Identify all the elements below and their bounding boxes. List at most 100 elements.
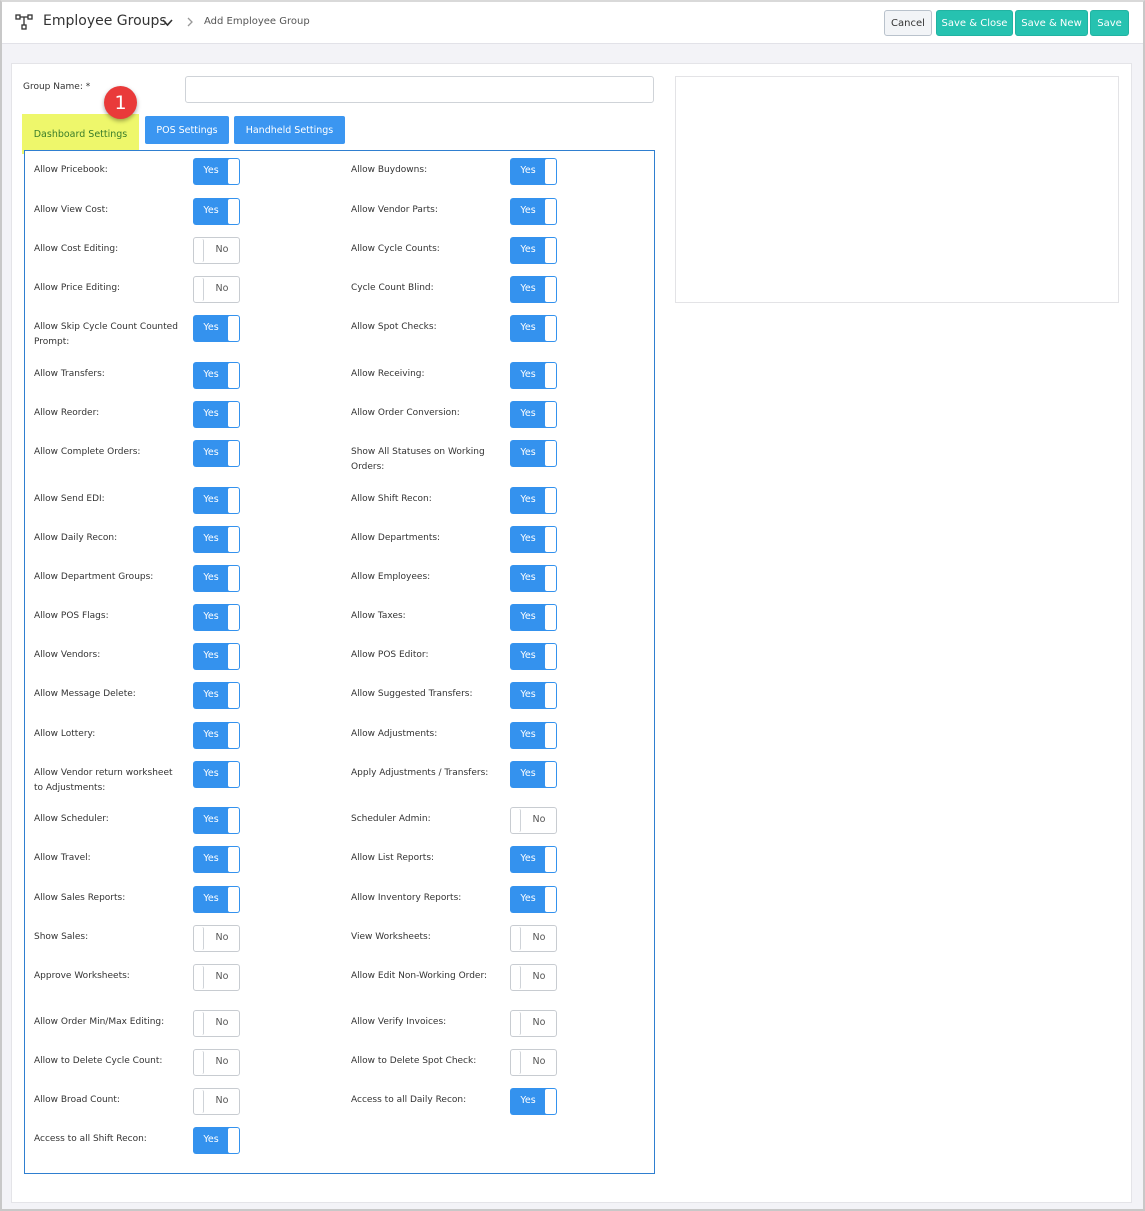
toggle-value: Yes — [520, 408, 536, 419]
tab-pos-settings[interactable]: POS Settings — [145, 116, 229, 144]
toggle-show-sales[interactable]: No — [193, 925, 240, 952]
toggle-show-all-statuses-on-working-orders[interactable]: Yes — [510, 440, 557, 467]
toggle-view-worksheets[interactable]: No — [510, 925, 557, 952]
toggle-allow-vendor-return-worksheet-to-adjustments[interactable]: Yes — [193, 761, 240, 788]
group-name-input[interactable] — [185, 76, 654, 103]
toggle-allow-price-editing[interactable]: No — [193, 276, 240, 303]
toggle-value: Yes — [520, 853, 536, 864]
toggle-allow-send-edi[interactable]: Yes — [193, 487, 240, 514]
toggle-value: Yes — [520, 689, 536, 700]
setting-label-allow-department-groups: Allow Department Groups: — [34, 572, 154, 582]
setting-label-allow-departments: Allow Departments: — [351, 533, 441, 543]
toggle-access-to-all-daily-recon[interactable]: Yes — [510, 1088, 557, 1115]
toggle-allow-sales-reports[interactable]: Yes — [193, 886, 240, 913]
toggle-allow-edit-non-working-order[interactable]: No — [510, 964, 557, 991]
setting-label-allow-order-min-max-editing: Allow Order Min/Max Editing: — [34, 1017, 165, 1027]
setting-label-allow-inventory-reports: Allow Inventory Reports: — [351, 893, 462, 903]
hierarchy-icon — [15, 14, 33, 30]
toggle-allow-departments[interactable]: Yes — [510, 526, 557, 553]
toggle-allow-cycle-counts[interactable]: Yes — [510, 237, 557, 264]
toggle-allow-scheduler[interactable]: Yes — [193, 807, 240, 834]
toggle-allow-shift-recon[interactable]: Yes — [510, 487, 557, 514]
toggle-allow-complete-orders[interactable]: Yes — [193, 440, 240, 467]
save-and-close-button[interactable]: Save & Close — [936, 10, 1013, 36]
toggle-thumb — [228, 402, 239, 427]
toggle-cycle-count-blind[interactable]: Yes — [510, 276, 557, 303]
toggle-allow-buydowns[interactable]: Yes — [510, 158, 557, 185]
toggle-allow-skip-cycle-count-counted-prompt[interactable]: Yes — [193, 315, 240, 342]
tab-handheld-settings[interactable]: Handheld Settings — [234, 116, 345, 144]
toggle-allow-broad-count[interactable]: No — [193, 1088, 240, 1115]
toggle-allow-view-cost[interactable]: Yes — [193, 198, 240, 225]
toggle-allow-daily-recon[interactable]: Yes — [193, 526, 240, 553]
toggle-scheduler-admin[interactable]: No — [510, 807, 557, 834]
toggle-allow-order-conversion[interactable]: Yes — [510, 401, 557, 428]
toggle-apply-adjustments-transfers[interactable]: Yes — [510, 761, 557, 788]
toggle-allow-order-min-max-editing[interactable]: No — [193, 1010, 240, 1037]
setting-label-allow-taxes: Allow Taxes: — [351, 611, 406, 621]
setting-label-allow-suggested-transfers: Allow Suggested Transfers: — [351, 689, 473, 699]
toggle-allow-pos-editor[interactable]: Yes — [510, 643, 557, 670]
toggle-value: Yes — [203, 165, 219, 176]
toggle-value: Yes — [203, 689, 219, 700]
toggle-thumb — [512, 966, 521, 989]
toggle-value: No — [532, 814, 546, 825]
toggle-value: Yes — [203, 533, 219, 544]
toggle-allow-verify-invoices[interactable]: No — [510, 1010, 557, 1037]
toggle-value: No — [215, 932, 229, 943]
toggle-allow-transfers[interactable]: Yes — [193, 362, 240, 389]
toggle-value: Yes — [203, 768, 219, 779]
toggle-allow-spot-checks[interactable]: Yes — [510, 315, 557, 342]
toggle-allow-to-delete-spot-check[interactable]: No — [510, 1049, 557, 1076]
toggle-value: No — [215, 1017, 229, 1028]
toggle-value: No — [215, 1056, 229, 1067]
toggle-allow-reorder[interactable]: Yes — [193, 401, 240, 428]
breadcrumb: Add Employee Group — [204, 16, 310, 27]
toggle-allow-employees[interactable]: Yes — [510, 565, 557, 592]
toggle-allow-adjustments[interactable]: Yes — [510, 722, 557, 749]
toggle-value: No — [532, 1056, 546, 1067]
toggle-thumb — [195, 1090, 204, 1113]
toggle-allow-taxes[interactable]: Yes — [510, 604, 557, 631]
setting-label-allow-vendor-parts: Allow Vendor Parts: — [351, 205, 438, 215]
setting-label-allow-lottery: Allow Lottery: — [34, 729, 96, 739]
toggle-thumb — [228, 723, 239, 748]
toggle-allow-department-groups[interactable]: Yes — [193, 565, 240, 592]
toggle-allow-lottery[interactable]: Yes — [193, 722, 240, 749]
toggle-allow-receiving[interactable]: Yes — [510, 362, 557, 389]
toggle-allow-vendors[interactable]: Yes — [193, 643, 240, 670]
toggle-value: Yes — [203, 408, 219, 419]
save-and-new-button[interactable]: Save & New — [1015, 10, 1088, 36]
setting-label-allow-vendors: Allow Vendors: — [34, 650, 101, 660]
toggle-allow-list-reports[interactable]: Yes — [510, 846, 557, 873]
toggle-allow-suggested-transfers[interactable]: Yes — [510, 682, 557, 709]
setting-label-allow-travel: Allow Travel: — [34, 853, 91, 863]
toggle-allow-pos-flags[interactable]: Yes — [193, 604, 240, 631]
cancel-button[interactable]: Cancel — [884, 10, 932, 36]
toggle-access-to-all-shift-recon[interactable]: Yes — [193, 1127, 240, 1154]
toggle-allow-vendor-parts[interactable]: Yes — [510, 198, 557, 225]
toggle-allow-message-delete[interactable]: Yes — [193, 682, 240, 709]
toggle-thumb — [195, 1051, 204, 1074]
toggle-thumb — [545, 566, 556, 591]
toggle-allow-travel[interactable]: Yes — [193, 846, 240, 873]
chevron-down-icon[interactable] — [162, 18, 173, 27]
setting-label-allow-complete-orders: Allow Complete Orders: — [34, 447, 141, 457]
toggle-thumb — [512, 809, 521, 832]
toggle-value: No — [215, 1095, 229, 1106]
toggle-thumb — [228, 683, 239, 708]
tab-dashboard-settings[interactable]: Dashboard Settings — [22, 114, 139, 154]
toggle-allow-pricebook[interactable]: Yes — [193, 158, 240, 185]
save-button[interactable]: Save — [1090, 10, 1129, 36]
toggle-value: No — [215, 283, 229, 294]
setting-label-view-worksheets: View Worksheets: — [351, 932, 431, 942]
toggle-thumb — [228, 847, 239, 872]
toggle-allow-inventory-reports[interactable]: Yes — [510, 886, 557, 913]
setting-label-allow-transfers: Allow Transfers: — [34, 369, 105, 379]
toggle-allow-cost-editing[interactable]: No — [193, 237, 240, 264]
toggle-thumb — [195, 1012, 204, 1035]
setting-label-access-to-all-shift-recon: Access to all Shift Recon: — [34, 1134, 147, 1144]
toggle-approve-worksheets[interactable]: No — [193, 964, 240, 991]
toggle-thumb — [545, 644, 556, 669]
toggle-allow-to-delete-cycle-count[interactable]: No — [193, 1049, 240, 1076]
